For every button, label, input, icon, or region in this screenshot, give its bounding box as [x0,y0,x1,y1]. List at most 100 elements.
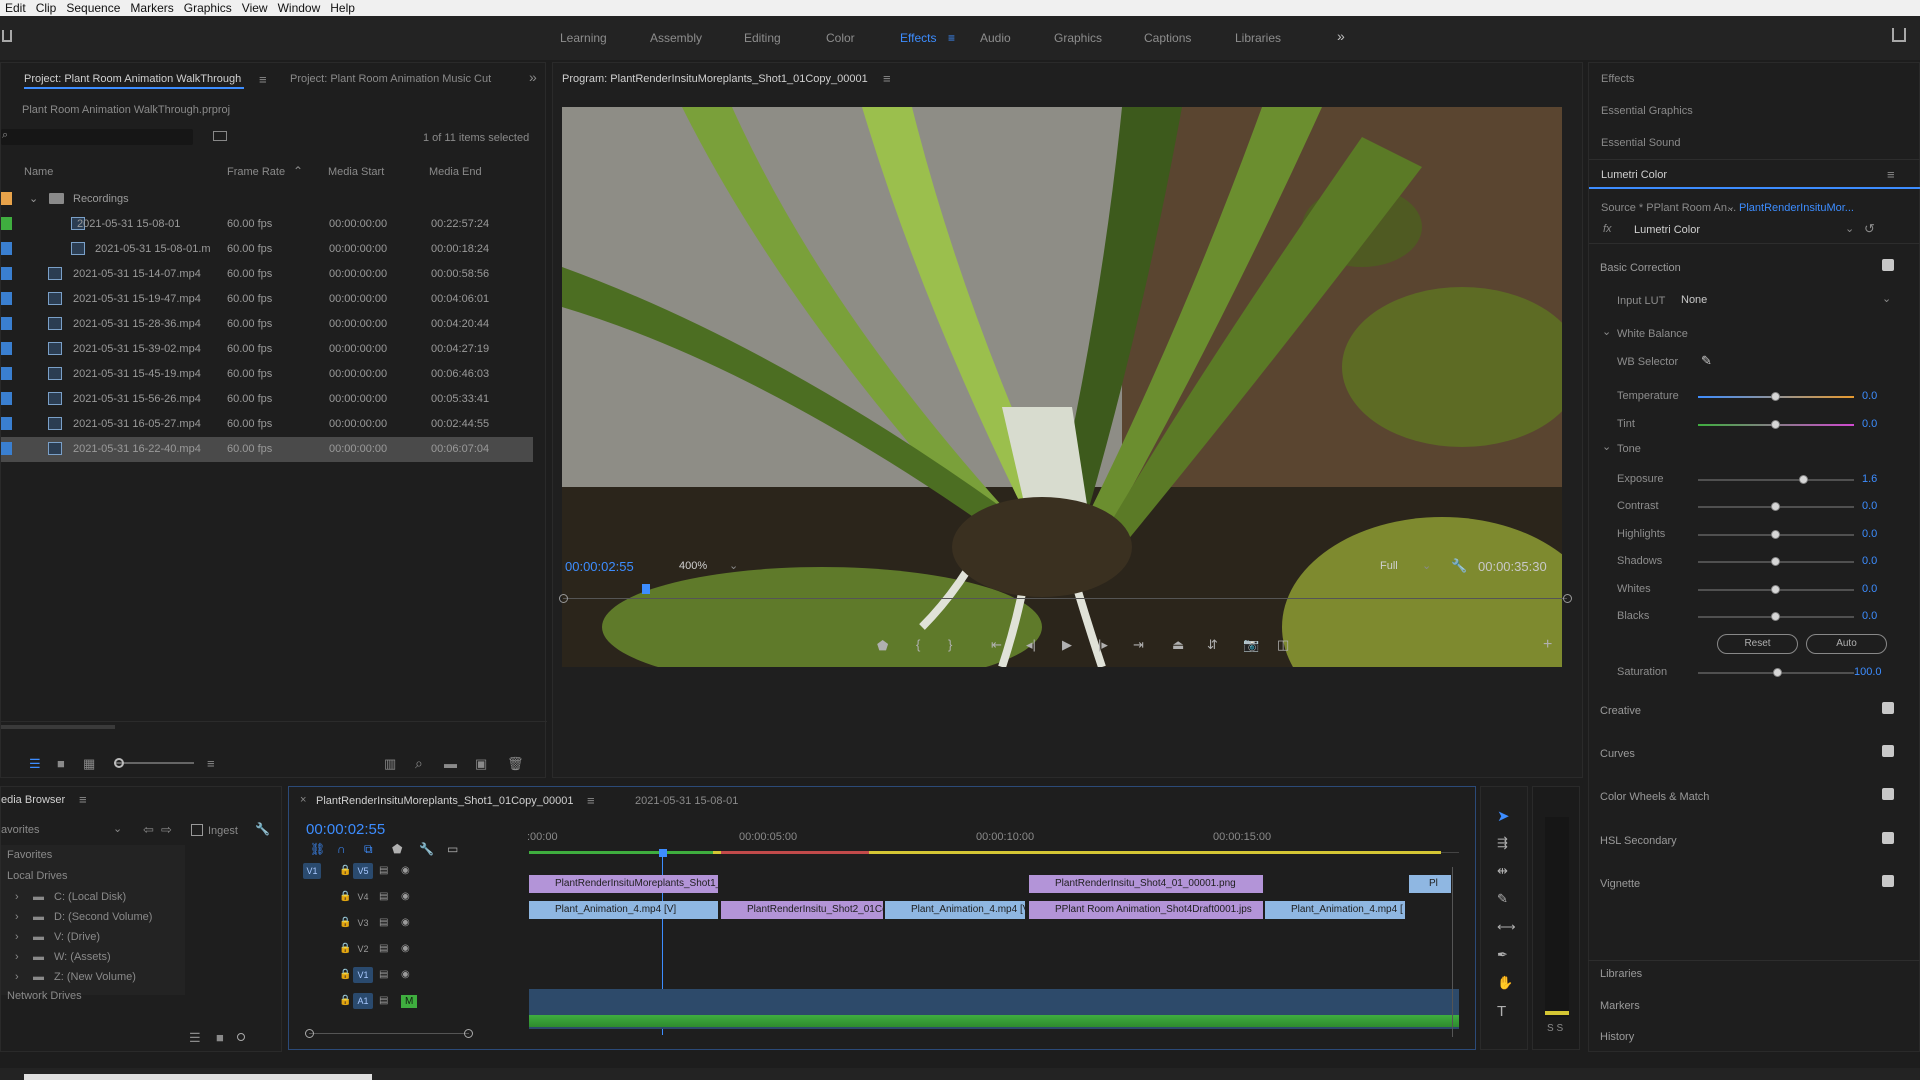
fx-dropdown-icon[interactable]: ⌄ [1845,222,1854,235]
zoom-level[interactable]: 400% [679,560,707,572]
extract-icon[interactable]: ⇵ [1207,637,1218,653]
more-workspaces-icon[interactable]: » [1337,28,1345,44]
section-enable-checkbox[interactable] [1882,832,1894,844]
track-sync-lock-icon[interactable]: ▤ [379,943,388,954]
slider-value[interactable]: 0.0 [1862,583,1877,595]
scrubber-end-handle[interactable] [1563,594,1572,603]
clip-bottom-3[interactable]: PPlant Room Animation_Shot4Draft0001.jps [1029,901,1263,919]
track-label-v2[interactable]: V2 [353,941,373,957]
quality-dropdown-icon[interactable]: ⌄ [1422,559,1431,572]
vertical-scroll-track[interactable] [1452,867,1453,1037]
drive-item[interactable]: Z: (New Volume) [54,971,136,983]
favorites-dropdown-icon[interactable]: ⌄ [113,822,122,835]
pen-tool-icon[interactable]: ✒ [1497,947,1508,963]
slider-value[interactable]: 0.0 [1862,528,1877,540]
table-row[interactable]: 2021-05-31 15-08-01 60.00 fps 00:00:00:00 0… [1,212,533,237]
column-media-end[interactable]: Media End [429,166,482,178]
section-heading[interactable]: Creative [1600,705,1641,717]
snap-icon[interactable]: ∩ [337,842,346,856]
timeline-tab-other[interactable]: 2021-05-31 15-08-01 [635,795,738,807]
track-label-v1[interactable]: V1 [353,967,373,983]
ingest-checkbox[interactable] [191,824,203,836]
basic-correction-checkbox[interactable] [1882,259,1894,271]
icon-view-icon[interactable]: ■ [57,756,65,771]
menu-markers[interactable]: Markers [125,1,178,15]
share-icon[interactable] [1892,28,1906,42]
panel-essential-graphics[interactable]: Essential Graphics [1601,105,1693,117]
playhead-marker[interactable] [642,584,650,594]
workspace-graphics[interactable]: Graphics [1054,31,1102,45]
add-marker-icon[interactable]: ⬟ [877,638,888,654]
freeform-view-icon[interactable]: ▦ [83,756,95,772]
media-browser-tab[interactable]: edia Browser [1,794,65,806]
track-sync-lock-icon[interactable]: ▤ [379,891,388,902]
drive-item[interactable]: C: (Local Disk) [54,891,126,903]
mark-out-icon[interactable]: } [948,637,952,652]
slider-value[interactable]: 0.0 [1862,555,1877,567]
slider-knob[interactable] [1799,475,1809,484]
scroll-end-handle[interactable] [464,1029,473,1038]
auto-button[interactable]: Auto [1806,634,1887,654]
forward-arrow-icon[interactable]: ⇨ [161,822,172,838]
track-visibility-eye-icon[interactable]: ◉ [401,943,410,954]
zoom-slider[interactable] [114,762,194,764]
razor-tool-icon[interactable]: ✎ [1497,891,1508,907]
clip-bottom-2[interactable]: Plant_Animation_4.mp4 [V [885,901,1025,919]
fx-name[interactable]: Lumetri Color [1634,224,1700,236]
section-enable-checkbox[interactable] [1882,875,1894,887]
table-row[interactable]: 2021-05-31 15-45-19.mp4 60.00 fps 00:00:00… [1,362,533,387]
add-marker-icon[interactable]: ⬟ [392,842,402,856]
favorites-dropdown[interactable]: avorites [1,824,40,836]
slider-track[interactable] [1698,479,1854,481]
ingest-settings-icon[interactable]: 🔧 [255,822,270,836]
workspace-learning[interactable]: Learning [560,31,607,45]
track-label-a1[interactable]: A1 [353,993,373,1009]
go-to-in-icon[interactable]: ⇤ [991,637,1002,653]
track-lock-icon[interactable]: 🔒 [339,917,351,928]
table-row[interactable]: 2021-05-31 16-05-27.mp4 60.00 fps 00:00:00… [1,412,533,437]
menu-view[interactable]: View [237,1,273,15]
project-tab-other[interactable]: Project: Plant Room Animation Music Cut [290,73,491,85]
clip-top-2[interactable]: Pl [1409,875,1451,893]
new-item-icon[interactable]: ▣ [475,756,487,772]
project-search-input[interactable] [1,129,193,145]
track-sync-lock-icon[interactable]: ▤ [379,865,388,876]
zoom-dropdown-icon[interactable]: ⌄ [729,559,738,572]
workspace-editing[interactable]: Editing [744,31,781,45]
folder-expand-icon[interactable]: ⌄ [29,192,38,205]
back-arrow-icon[interactable]: ⇦ [143,822,154,838]
column-frame-rate[interactable]: Frame Rate [227,166,285,178]
track-sync-lock-icon[interactable]: ▤ [379,917,388,928]
close-tab-icon[interactable]: × [300,794,306,806]
expand-arrow-icon[interactable]: › [15,951,19,963]
source-clip-name[interactable]: PlantRenderInsituMor... [1739,202,1854,214]
section-heading[interactable]: HSL Secondary [1600,835,1677,847]
menu-help[interactable]: Help [325,1,360,15]
slider-knob[interactable] [1771,585,1780,594]
slip-tool-icon[interactable]: ⟷ [1497,919,1516,935]
table-row[interactable]: 2021-05-31 16-22-40.mp4 60.00 fps 00:00:00… [1,437,533,462]
track-visibility-eye-icon[interactable]: ◉ [401,969,410,980]
panel-essential-sound[interactable]: Essential Sound [1601,137,1681,149]
playhead-handle[interactable] [659,849,667,857]
slider-knob[interactable] [1771,612,1780,621]
table-row[interactable]: 2021-05-31 15-19-47.mp4 60.00 fps 00:00:00… [1,287,533,312]
track-visibility-eye-icon[interactable]: ◉ [401,865,410,876]
track-visibility-eye-icon[interactable]: ◉ [401,917,410,928]
timeline-tab-active[interactable]: PlantRenderInsituMoreplants_Shot1_01Copy… [316,795,573,807]
thumbnail-view-icon[interactable]: ■ [216,1030,224,1045]
slider-knob[interactable] [1771,530,1780,539]
list-item-folder[interactable]: ⌄ Recordings [1,187,533,212]
reset-button[interactable]: Reset [1717,634,1798,654]
find-icon[interactable]: ⌕ [415,755,423,772]
captions-icon[interactable]: ▭ [447,842,458,856]
mark-in-icon[interactable]: { [916,637,920,652]
step-back-icon[interactable]: ◂| [1026,637,1036,653]
quality-select[interactable]: Full [1380,560,1398,572]
track-label-v3[interactable]: V3 [353,915,373,931]
track-sync-lock-icon[interactable]: ▤ [379,995,388,1006]
menu-sequence[interactable]: Sequence [61,1,125,15]
slider-value[interactable]: 0.0 [1862,610,1877,622]
lift-icon[interactable]: ⏏ [1172,637,1184,653]
clip-bottom-1[interactable]: PlantRenderInsitu_Shot2_01Co [721,901,883,919]
